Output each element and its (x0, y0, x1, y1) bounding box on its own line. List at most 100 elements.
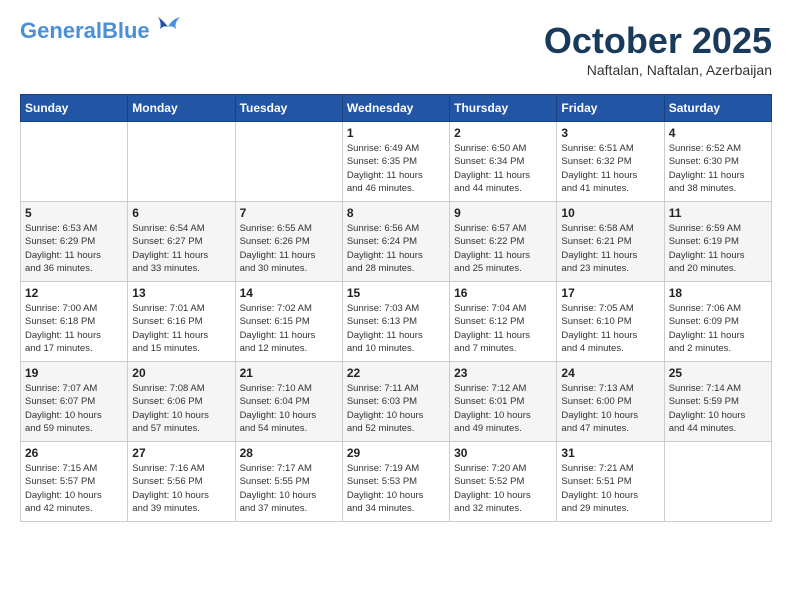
calendar-day-cell: 5 Sunrise: 6:53 AM Sunset: 6:29 PM Daylig… (21, 202, 128, 282)
day-info: Sunrise: 6:49 AM Sunset: 6:35 PM Dayligh… (347, 142, 445, 195)
day-number: 29 (347, 446, 445, 460)
day-info: Sunrise: 6:50 AM Sunset: 6:34 PM Dayligh… (454, 142, 552, 195)
day-info: Sunrise: 6:54 AM Sunset: 6:27 PM Dayligh… (132, 222, 230, 275)
day-info: Sunrise: 6:58 AM Sunset: 6:21 PM Dayligh… (561, 222, 659, 275)
calendar-day-cell: 11 Sunrise: 6:59 AM Sunset: 6:19 PM Dayli… (664, 202, 771, 282)
days-header-row: SundayMondayTuesdayWednesdayThursdayFrid… (21, 95, 772, 122)
calendar-day-cell: 10 Sunrise: 6:58 AM Sunset: 6:21 PM Dayli… (557, 202, 664, 282)
day-number: 23 (454, 366, 552, 380)
day-number: 10 (561, 206, 659, 220)
page-header: GeneralBlue October 2025 Naftalan, Nafta… (20, 20, 772, 78)
location: Naftalan, Naftalan, Azerbaijan (544, 62, 772, 78)
calendar-day-cell: 12 Sunrise: 7:00 AM Sunset: 6:18 PM Dayli… (21, 282, 128, 362)
calendar-day-cell: 31 Sunrise: 7:21 AM Sunset: 5:51 PM Dayli… (557, 442, 664, 522)
calendar-day-cell: 9Sunrise: 6:57 AM Sunset: 6:22 PM Daylig… (450, 202, 557, 282)
day-of-week-header: Wednesday (342, 95, 449, 122)
calendar-day-cell: 18 Sunrise: 7:06 AM Sunset: 6:09 PM Dayli… (664, 282, 771, 362)
calendar-day-cell: 20Sunrise: 7:08 AM Sunset: 6:06 PM Dayli… (128, 362, 235, 442)
day-number: 22 (347, 366, 445, 380)
calendar-day-cell: 22 Sunrise: 7:11 AM Sunset: 6:03 PM Dayli… (342, 362, 449, 442)
day-number: 3 (561, 126, 659, 140)
day-number: 2 (454, 126, 552, 140)
day-number: 24 (561, 366, 659, 380)
day-number: 26 (25, 446, 123, 460)
day-number: 18 (669, 286, 767, 300)
day-info: Sunrise: 7:03 AM Sunset: 6:13 PM Dayligh… (347, 302, 445, 355)
day-number: 19 (25, 366, 123, 380)
day-info: Sunrise: 7:14 AM Sunset: 5:59 PM Dayligh… (669, 382, 767, 435)
calendar-day-cell: 30 Sunrise: 7:20 AM Sunset: 5:52 PM Dayli… (450, 442, 557, 522)
logo-text: GeneralBlue (20, 20, 150, 42)
day-info: Sunrise: 7:17 AM Sunset: 5:55 PM Dayligh… (240, 462, 338, 515)
day-number: 4 (669, 126, 767, 140)
calendar-day-cell: 2 Sunrise: 6:50 AM Sunset: 6:34 PM Daylig… (450, 122, 557, 202)
day-info: Sunrise: 7:04 AM Sunset: 6:12 PM Dayligh… (454, 302, 552, 355)
calendar-day-cell: 27 Sunrise: 7:16 AM Sunset: 5:56 PM Dayli… (128, 442, 235, 522)
day-number: 27 (132, 446, 230, 460)
day-of-week-header: Tuesday (235, 95, 342, 122)
day-info: Sunrise: 6:56 AM Sunset: 6:24 PM Dayligh… (347, 222, 445, 275)
calendar-day-cell: 21Sunrise: 7:10 AM Sunset: 6:04 PM Dayli… (235, 362, 342, 442)
calendar-day-cell: 28Sunrise: 7:17 AM Sunset: 5:55 PM Dayli… (235, 442, 342, 522)
calendar-week-row: 12 Sunrise: 7:00 AM Sunset: 6:18 PM Dayli… (21, 282, 772, 362)
day-info: Sunrise: 7:21 AM Sunset: 5:51 PM Dayligh… (561, 462, 659, 515)
calendar-day-cell: 23 Sunrise: 7:12 AM Sunset: 6:01 PM Dayli… (450, 362, 557, 442)
day-info: Sunrise: 7:05 AM Sunset: 6:10 PM Dayligh… (561, 302, 659, 355)
calendar-day-cell: 24 Sunrise: 7:13 AM Sunset: 6:00 PM Dayli… (557, 362, 664, 442)
day-of-week-header: Sunday (21, 95, 128, 122)
day-info: Sunrise: 7:06 AM Sunset: 6:09 PM Dayligh… (669, 302, 767, 355)
day-number: 11 (669, 206, 767, 220)
day-number: 25 (669, 366, 767, 380)
day-number: 20 (132, 366, 230, 380)
calendar-day-cell: 6 Sunrise: 6:54 AM Sunset: 6:27 PM Daylig… (128, 202, 235, 282)
calendar-table: SundayMondayTuesdayWednesdayThursdayFrid… (20, 94, 772, 522)
title-block: October 2025 Naftalan, Naftalan, Azerbai… (544, 20, 772, 78)
month-title: October 2025 (544, 20, 772, 62)
calendar-day-cell: 17 Sunrise: 7:05 AM Sunset: 6:10 PM Dayli… (557, 282, 664, 362)
day-info: Sunrise: 6:59 AM Sunset: 6:19 PM Dayligh… (669, 222, 767, 275)
day-number: 15 (347, 286, 445, 300)
day-info: Sunrise: 7:11 AM Sunset: 6:03 PM Dayligh… (347, 382, 445, 435)
day-info: Sunrise: 7:02 AM Sunset: 6:15 PM Dayligh… (240, 302, 338, 355)
calendar-day-cell: 25 Sunrise: 7:14 AM Sunset: 5:59 PM Dayli… (664, 362, 771, 442)
calendar-week-row: 5 Sunrise: 6:53 AM Sunset: 6:29 PM Daylig… (21, 202, 772, 282)
calendar-week-row: 26 Sunrise: 7:15 AM Sunset: 5:57 PM Dayli… (21, 442, 772, 522)
calendar-day-cell: 29Sunrise: 7:19 AM Sunset: 5:53 PM Dayli… (342, 442, 449, 522)
day-info: Sunrise: 6:51 AM Sunset: 6:32 PM Dayligh… (561, 142, 659, 195)
day-info: Sunrise: 6:52 AM Sunset: 6:30 PM Dayligh… (669, 142, 767, 195)
calendar-day-cell: 7Sunrise: 6:55 AM Sunset: 6:26 PM Daylig… (235, 202, 342, 282)
calendar-day-cell: 26 Sunrise: 7:15 AM Sunset: 5:57 PM Dayli… (21, 442, 128, 522)
calendar-day-cell: 19 Sunrise: 7:07 AM Sunset: 6:07 PM Dayli… (21, 362, 128, 442)
calendar-day-cell: 16Sunrise: 7:04 AM Sunset: 6:12 PM Dayli… (450, 282, 557, 362)
day-info: Sunrise: 7:01 AM Sunset: 6:16 PM Dayligh… (132, 302, 230, 355)
day-info: Sunrise: 7:13 AM Sunset: 6:00 PM Dayligh… (561, 382, 659, 435)
day-of-week-header: Monday (128, 95, 235, 122)
day-number: 6 (132, 206, 230, 220)
calendar-day-cell (664, 442, 771, 522)
day-number: 17 (561, 286, 659, 300)
day-info: Sunrise: 7:10 AM Sunset: 6:04 PM Dayligh… (240, 382, 338, 435)
day-number: 5 (25, 206, 123, 220)
day-info: Sunrise: 7:12 AM Sunset: 6:01 PM Dayligh… (454, 382, 552, 435)
day-number: 12 (25, 286, 123, 300)
calendar-day-cell (21, 122, 128, 202)
day-info: Sunrise: 6:57 AM Sunset: 6:22 PM Dayligh… (454, 222, 552, 275)
day-info: Sunrise: 6:55 AM Sunset: 6:26 PM Dayligh… (240, 222, 338, 275)
day-number: 30 (454, 446, 552, 460)
day-info: Sunrise: 7:07 AM Sunset: 6:07 PM Dayligh… (25, 382, 123, 435)
logo-bird-icon (154, 17, 182, 37)
day-info: Sunrise: 6:53 AM Sunset: 6:29 PM Dayligh… (25, 222, 123, 275)
day-number: 14 (240, 286, 338, 300)
day-info: Sunrise: 7:16 AM Sunset: 5:56 PM Dayligh… (132, 462, 230, 515)
day-info: Sunrise: 7:20 AM Sunset: 5:52 PM Dayligh… (454, 462, 552, 515)
calendar-day-cell: 4 Sunrise: 6:52 AM Sunset: 6:30 PM Daylig… (664, 122, 771, 202)
calendar-day-cell: 13Sunrise: 7:01 AM Sunset: 6:16 PM Dayli… (128, 282, 235, 362)
day-info: Sunrise: 7:15 AM Sunset: 5:57 PM Dayligh… (25, 462, 123, 515)
calendar-day-cell (235, 122, 342, 202)
calendar-day-cell: 8Sunrise: 6:56 AM Sunset: 6:24 PM Daylig… (342, 202, 449, 282)
day-of-week-header: Friday (557, 95, 664, 122)
day-info: Sunrise: 7:00 AM Sunset: 6:18 PM Dayligh… (25, 302, 123, 355)
day-of-week-header: Thursday (450, 95, 557, 122)
calendar-day-cell: 15 Sunrise: 7:03 AM Sunset: 6:13 PM Dayli… (342, 282, 449, 362)
day-number: 31 (561, 446, 659, 460)
